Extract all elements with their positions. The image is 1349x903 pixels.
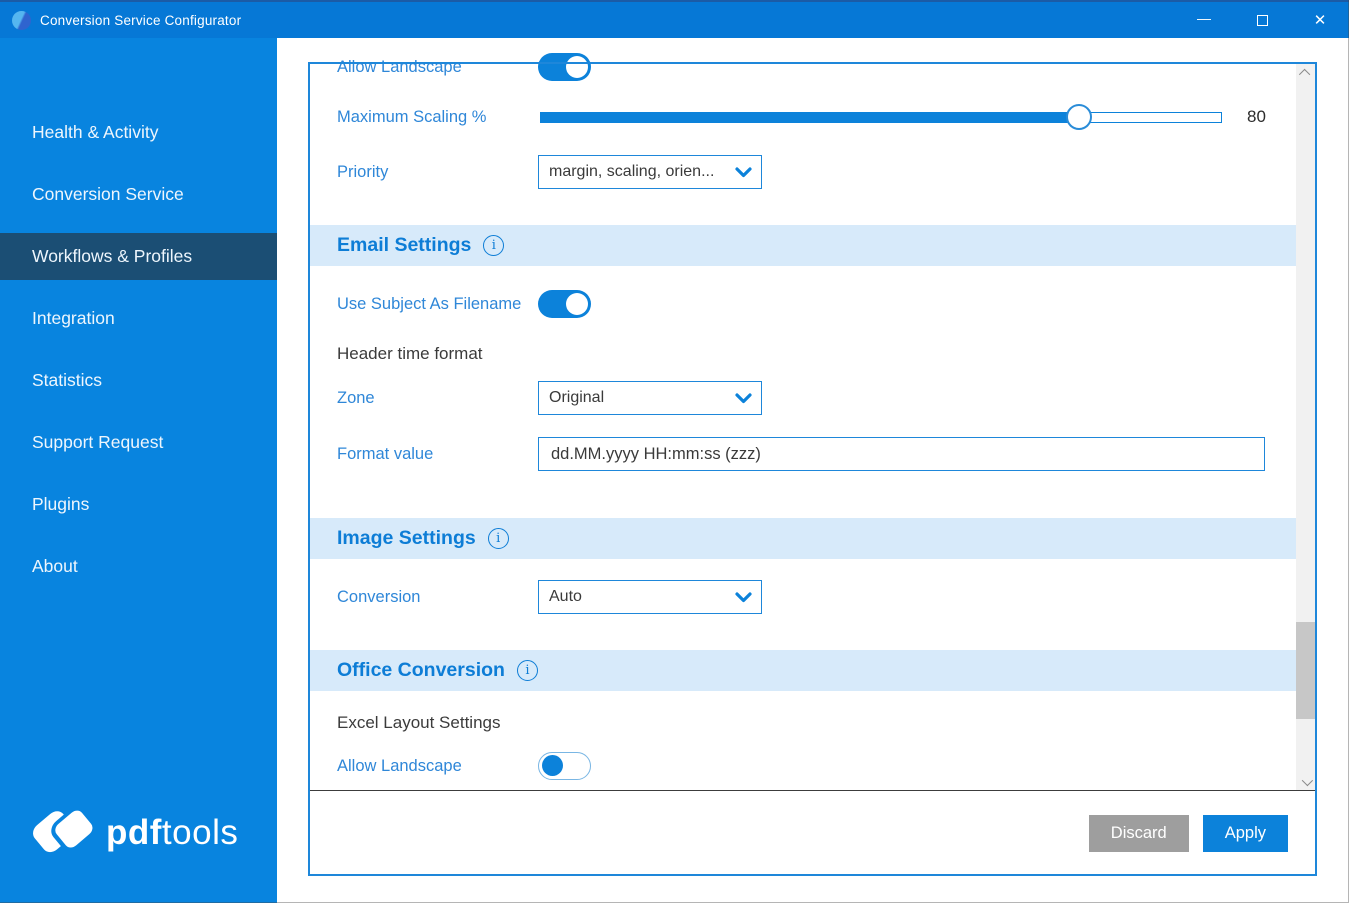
priority-dropdown[interactable]: margin, scaling, orien...: [538, 155, 762, 189]
maximize-button[interactable]: [1233, 2, 1291, 38]
row-format-value: Format value: [310, 437, 1296, 471]
window-title: Conversion Service Configurator: [40, 12, 242, 28]
row-allow-landscape-clipped: Allow Landscape: [310, 50, 1296, 84]
office-conversion-title: Office Conversion: [337, 659, 505, 681]
sidebar-nav: Health & Activity Conversion Service Wor…: [0, 38, 277, 590]
info-icon[interactable]: i: [483, 235, 505, 256]
scroll-down-button[interactable]: [1296, 773, 1315, 790]
sidebar-item-label: Statistics: [32, 370, 103, 390]
use-subject-toggle[interactable]: [538, 290, 591, 318]
row-header-time-format: Header time format: [310, 337, 1296, 371]
footer-bar: Discard Apply: [310, 792, 1315, 874]
vertical-scrollbar[interactable]: [1296, 64, 1315, 790]
footer-separator: [310, 790, 1315, 791]
pdftools-logo-icon: [33, 806, 94, 853]
info-icon[interactable]: i: [487, 528, 509, 549]
maximum-scaling-label: Maximum Scaling %: [337, 107, 487, 126]
logo-regular: tools: [161, 813, 239, 852]
conversion-label: Conversion: [337, 587, 421, 606]
image-settings-title: Image Settings: [337, 527, 476, 549]
pdftools-logo: pdftools: [28, 797, 238, 869]
sidebar: Health & Activity Conversion Service Wor…: [0, 38, 277, 903]
priority-label: Priority: [337, 162, 389, 181]
sidebar-item-label: About: [32, 556, 78, 576]
pdftools-logo-text: pdftools: [106, 813, 238, 853]
sidebar-item-conversion-service[interactable]: Conversion Service: [0, 171, 277, 218]
title-bar: Conversion Service Configurator — ✕: [0, 0, 1349, 38]
app-logo-icon: [12, 10, 31, 30]
sidebar-item-statistics[interactable]: Statistics: [0, 357, 277, 404]
row-conversion: Conversion Auto: [310, 580, 1296, 614]
header-time-format-subheading: Header time format: [337, 344, 483, 363]
row-maximum-scaling: Maximum Scaling % 80: [310, 101, 1296, 133]
row-zone: Zone Original: [310, 381, 1296, 415]
row-excel-layout-settings: Excel Layout Settings: [310, 706, 1296, 740]
logo-bold: pdf: [106, 813, 162, 852]
toggle-knob: [566, 56, 588, 78]
maximize-icon: [1256, 14, 1268, 26]
conversion-dropdown[interactable]: Auto: [538, 580, 762, 614]
settings-panel: Allow Landscape Maximum Scaling % 80 Pri…: [308, 53, 1317, 876]
zone-dropdown[interactable]: Original: [538, 381, 762, 415]
discard-button[interactable]: Discard: [1088, 814, 1189, 852]
format-value-label: Format value: [337, 444, 434, 463]
section-email-settings: Email Settings i: [310, 225, 1296, 266]
sidebar-item-label: Health & Activity: [32, 122, 159, 142]
chevron-down-icon: [735, 166, 752, 177]
slider-handle[interactable]: [1065, 104, 1092, 130]
app-window: Conversion Service Configurator — ✕ Heal…: [0, 0, 1349, 903]
sidebar-item-label: Workflows & Profiles: [32, 246, 193, 266]
sidebar-item-health-activity[interactable]: Health & Activity: [0, 109, 277, 156]
allow-landscape-clipped-toggle[interactable]: [538, 53, 591, 81]
email-settings-title: Email Settings: [337, 234, 472, 256]
close-icon: ✕: [1313, 12, 1327, 29]
sidebar-item-integration[interactable]: Integration: [0, 295, 277, 342]
apply-button[interactable]: Apply: [1202, 814, 1288, 852]
format-value-input[interactable]: [538, 437, 1265, 471]
scrollbar-thumb[interactable]: [1296, 622, 1315, 719]
allow-landscape-label: Allow Landscape: [337, 756, 462, 775]
info-icon[interactable]: i: [516, 660, 538, 681]
minimize-icon: —: [1197, 10, 1211, 26]
zone-label: Zone: [337, 388, 375, 407]
window-controls: — ✕: [1175, 2, 1349, 38]
section-office-conversion: Office Conversion i: [310, 650, 1296, 691]
sidebar-item-workflows-profiles[interactable]: Workflows & Profiles: [0, 233, 277, 280]
sidebar-item-plugins[interactable]: Plugins: [0, 481, 277, 528]
minimize-button[interactable]: —: [1175, 2, 1233, 38]
sidebar-item-label: Support Request: [32, 432, 164, 452]
close-button[interactable]: ✕: [1291, 2, 1349, 38]
chevron-up-icon: [1298, 68, 1310, 80]
chevron-down-icon: [735, 392, 752, 403]
use-subject-label: Use Subject As Filename: [337, 294, 522, 313]
maximum-scaling-value: 80: [1247, 107, 1266, 126]
maximum-scaling-slider[interactable]: [540, 104, 1222, 130]
zone-value: Original: [549, 389, 605, 406]
conversion-value: Auto: [549, 588, 582, 605]
sidebar-item-about[interactable]: About: [0, 543, 277, 590]
allow-landscape-toggle[interactable]: [538, 752, 591, 780]
allow-landscape-clipped-label: Allow Landscape: [337, 57, 462, 76]
sidebar-item-label: Conversion Service: [32, 184, 184, 204]
row-allow-landscape: Allow Landscape: [310, 749, 1296, 783]
slider-fill: [540, 112, 1079, 123]
toggle-knob: [566, 293, 588, 315]
sidebar-item-label: Plugins: [32, 494, 90, 514]
toggle-knob: [542, 755, 563, 776]
chevron-down-icon: [1301, 774, 1313, 786]
chevron-down-icon: [735, 591, 752, 602]
excel-layout-settings-subheading: Excel Layout Settings: [337, 713, 501, 732]
row-priority: Priority margin, scaling, orien...: [310, 155, 1296, 189]
row-use-subject-as-filename: Use Subject As Filename: [310, 287, 1296, 321]
sidebar-item-support-request[interactable]: Support Request: [0, 419, 277, 466]
scroll-up-button[interactable]: [1296, 64, 1315, 81]
sidebar-item-label: Integration: [32, 308, 115, 328]
section-image-settings: Image Settings i: [310, 518, 1296, 559]
settings-scroll-area: Allow Landscape Maximum Scaling % 80 Pri…: [310, 53, 1315, 790]
priority-value: margin, scaling, orien...: [549, 163, 715, 180]
